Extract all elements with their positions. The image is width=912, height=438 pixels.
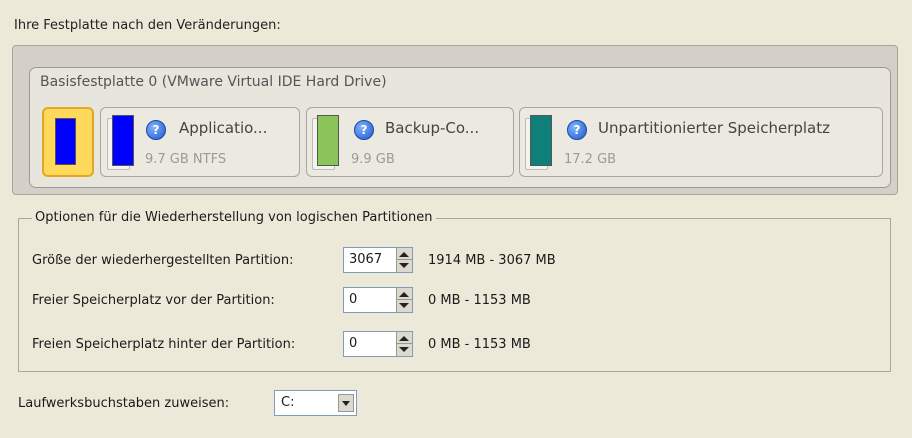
space-after-value: 0 — [349, 336, 358, 351]
partition-name: Unpartitionierter Speicherplatz — [598, 119, 830, 137]
disk-title: Basisfestplatte 0 (VMware Virtual IDE Ha… — [40, 74, 387, 90]
partition-size: 9.7 GB NTFS — [145, 152, 227, 167]
drive-letter-select[interactable]: C: — [274, 390, 357, 416]
space-before-label: Freier Speicherplatz vor der Partition: — [32, 293, 275, 308]
partition-color-bar — [112, 115, 134, 166]
space-after-label: Freien Speicherplatz hinter der Partitio… — [32, 337, 296, 352]
space-after-range: 0 MB - 1153 MB — [428, 337, 531, 352]
chevron-down-icon[interactable] — [338, 394, 354, 412]
help-icon[interactable]: ? — [146, 120, 166, 140]
spinner-arrows-icon[interactable] — [396, 332, 412, 356]
partition-color-bar — [530, 115, 552, 166]
space-before-range: 0 MB - 1153 MB — [428, 293, 531, 308]
options-legend: Optionen für die Wiederherstellung von l… — [32, 210, 436, 225]
partition-name: Backup-Co... — [385, 119, 480, 137]
partition-tile-unpartitioned[interactable]: ? Unpartitionierter Speicherplatz 17.2 G… — [519, 107, 883, 177]
spinner-arrows-icon[interactable] — [396, 288, 412, 312]
partition-tile-application[interactable]: ? Applicatio... 9.7 GB NTFS — [100, 107, 300, 177]
partition-color-bar — [317, 115, 339, 166]
partition-size-range: 1914 MB - 3067 MB — [428, 253, 556, 268]
partition-name: Applicatio... — [179, 119, 268, 137]
drive-letter-value: C: — [281, 395, 295, 410]
section-title: Ihre Festplatte nach den Veränderungen: — [14, 18, 281, 33]
partition-size-label: Größe der wiederhergestellten Partition: — [32, 253, 294, 268]
partition-tile-backup[interactable]: ? Backup-Co... 9.9 GB — [306, 107, 514, 177]
partition-tile-selected[interactable] — [42, 107, 94, 177]
help-icon[interactable]: ? — [567, 120, 587, 140]
partition-size: 9.9 GB — [351, 152, 395, 167]
partition-size: 17.2 GB — [564, 152, 617, 167]
space-before-value: 0 — [349, 292, 358, 307]
partition-size-spinner[interactable]: 3067 — [343, 247, 413, 273]
help-icon[interactable]: ? — [354, 120, 374, 140]
spinner-arrows-icon[interactable] — [396, 248, 412, 272]
partition-color-bar — [55, 118, 76, 165]
space-before-spinner[interactable]: 0 — [343, 287, 413, 313]
space-after-spinner[interactable]: 0 — [343, 331, 413, 357]
drive-letter-label: Laufwerksbuchstaben zuweisen: — [18, 396, 230, 411]
partition-size-value: 3067 — [349, 252, 383, 267]
